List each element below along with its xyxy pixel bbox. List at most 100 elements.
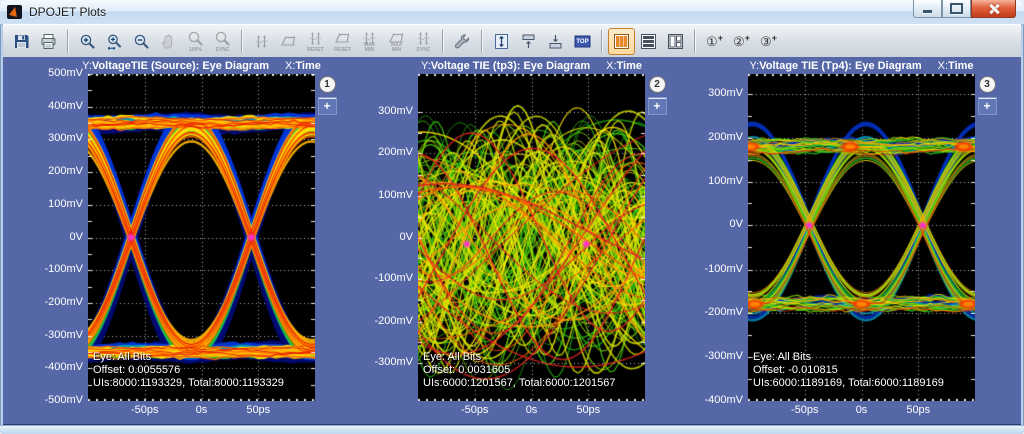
x-axis-title: Time	[617, 60, 642, 72]
layout-rows-button[interactable]	[635, 28, 662, 55]
vertical-cursors-reset-button[interactable]: RESET	[302, 28, 329, 55]
title-bar[interactable]: DPOJET Plots	[0, 0, 1024, 25]
minimize-button[interactable]	[913, 0, 942, 18]
plot-panel-2: Y:Voltage TIE (tp3): Eye DiagramX:Time 3…	[360, 57, 668, 424]
curs-v-icon	[415, 30, 432, 47]
overlay-top-button[interactable]: TOP	[569, 28, 596, 55]
x-axis-prefix: X:	[285, 60, 295, 72]
eye-diagram-plot-1[interactable]: Eye: All Bits Offset: 0.0055576 UIs:8000…	[88, 74, 315, 401]
grid-icon	[667, 33, 684, 50]
x-tick: 50ps	[906, 404, 930, 416]
zoom-100-label: 100%	[181, 48, 210, 53]
y-tick-label: 0V	[730, 218, 743, 231]
add-measurement-button[interactable]: +	[979, 98, 996, 114]
y-tick-label: -400mV	[44, 361, 83, 374]
curs-h-icon	[280, 33, 297, 50]
y-axis-prefix: Y:	[749, 60, 759, 72]
y-tick-label: 300mV	[378, 105, 413, 118]
vertical-cursors-button[interactable]	[248, 28, 275, 55]
plots-area: Y:VoltageTIE (Source): Eye DiagramX:Time…	[3, 57, 1021, 426]
zoom-100-button[interactable]: 100%	[182, 28, 209, 55]
x-axis-labels: -50ps 0s 50ps	[88, 404, 315, 418]
wrench-icon	[454, 33, 471, 50]
plus-icon: +	[745, 33, 750, 43]
annotation-eye: Eye: All Bits	[93, 351, 284, 364]
layout-columns-button[interactable]	[608, 28, 635, 55]
annotation-eye: Eye: All Bits	[753, 351, 944, 364]
y-tick-label: -100mV	[374, 272, 413, 285]
toolbar-separator	[481, 30, 483, 53]
y-tick-label: -300mV	[44, 329, 83, 342]
plot2-title: Y:Voltage TIE (tp3): Eye DiagramX:Time	[388, 60, 675, 72]
y-tick-label: -100mV	[44, 263, 83, 276]
y-tick-label: -200mV	[704, 306, 743, 319]
plot-annotations: Eye: All Bits Offset: 0.0055576 UIs:8000…	[93, 351, 284, 390]
eye-diagram-plot-2[interactable]: Eye: All Bits Offset: 0.0031605 UIs:6000…	[418, 74, 645, 401]
annotation-eye: Eye: All Bits	[423, 351, 615, 364]
print-button[interactable]	[35, 28, 62, 55]
plot-side-buttons: 3 +	[978, 76, 996, 114]
zoom-out-button[interactable]	[128, 28, 155, 55]
curs-v-icon	[253, 33, 270, 50]
x-tick: -50ps	[461, 404, 489, 416]
curs-v-icon	[307, 30, 324, 47]
cursors-sync-button[interactable]: SYNC	[410, 28, 437, 55]
vertical-cursors-maxmin-label: MAX MIN	[355, 43, 384, 53]
y-tick-label: 0V	[70, 231, 83, 244]
maximize-button[interactable]	[942, 0, 971, 18]
add-measurement-button[interactable]: +	[649, 98, 666, 114]
layout-grid-button[interactable]	[662, 28, 689, 55]
plus-icon: +	[772, 33, 777, 43]
close-button[interactable]	[971, 0, 1016, 18]
x-axis-title: Time	[948, 60, 973, 72]
horizontal-cursors-button[interactable]	[275, 28, 302, 55]
y-axis-prefix: Y:	[82, 60, 92, 72]
add-measurement-button[interactable]: +	[319, 98, 336, 114]
window-bottom-frame	[0, 425, 1024, 434]
save-button[interactable]	[8, 28, 35, 55]
zoom-in-button[interactable]	[74, 28, 101, 55]
toolbar-separator	[442, 30, 444, 53]
y-tick-label: 200mV	[378, 146, 413, 159]
align-bottom-icon	[547, 33, 564, 50]
pan-button[interactable]	[155, 28, 182, 55]
curs-h-icon	[334, 30, 351, 47]
vertical-cursors-maxmin-button[interactable]: MAX MIN	[356, 28, 383, 55]
horizontal-cursors-maxmin-label: MAX MIN	[382, 43, 411, 53]
annotation-uis: UIs:8000:1193329, Total:8000:1193329	[93, 377, 284, 390]
plot-settings-button[interactable]	[449, 28, 476, 55]
mag-icon	[187, 30, 204, 47]
annotation-offset: Offset: 0.0031605	[423, 364, 615, 377]
y-tick-label: 300mV	[708, 87, 743, 100]
y-tick-label: -400mV	[704, 394, 743, 407]
zoom-out-icon	[133, 33, 150, 50]
plot3-in-new-window-button[interactable]: ③+	[755, 28, 782, 55]
app-icon	[7, 5, 22, 19]
fit-vertical-button[interactable]	[488, 28, 515, 55]
top-label: TOP	[576, 39, 588, 45]
plot2-in-new-window-button[interactable]: ②+	[728, 28, 755, 55]
zoom-horizontal-button[interactable]	[101, 28, 128, 55]
align-top-icon	[520, 33, 537, 50]
eye-diagram-plot-3[interactable]: Eye: All Bits Offset: -0.010815 UIs:6000…	[748, 74, 975, 401]
maximize-icon	[950, 3, 963, 14]
annotation-uis: UIs:6000:1201567, Total:6000:1201567	[423, 377, 615, 390]
zoom-sync-button[interactable]: SYNC	[209, 28, 236, 55]
annotation-uis: UIs:6000:1189169, Total:6000:1189169	[753, 377, 944, 390]
plot-side-buttons: 1 +	[318, 76, 336, 114]
plot-annotations: Eye: All Bits Offset: 0.0031605 UIs:6000…	[423, 351, 615, 390]
toolbar-separator	[241, 30, 243, 53]
y-tick-label: 300mV	[48, 132, 83, 145]
align-bottom-button[interactable]	[542, 28, 569, 55]
plot-number-badge: 2	[649, 76, 666, 93]
plot-annotations: Eye: All Bits Offset: -0.010815 UIs:6000…	[753, 351, 944, 390]
close-icon	[989, 4, 999, 14]
y-tick-label: -300mV	[704, 350, 743, 363]
plot1-in-new-window-button[interactable]: ①+	[701, 28, 728, 55]
y-axis-prefix: Y:	[421, 60, 431, 72]
horizontal-cursors-maxmin-button[interactable]: MAX MIN	[383, 28, 410, 55]
x-axis-prefix: X:	[938, 60, 948, 72]
align-top-button[interactable]	[515, 28, 542, 55]
horizontal-cursors-reset-button[interactable]: RESET	[329, 28, 356, 55]
print-icon	[40, 33, 57, 50]
